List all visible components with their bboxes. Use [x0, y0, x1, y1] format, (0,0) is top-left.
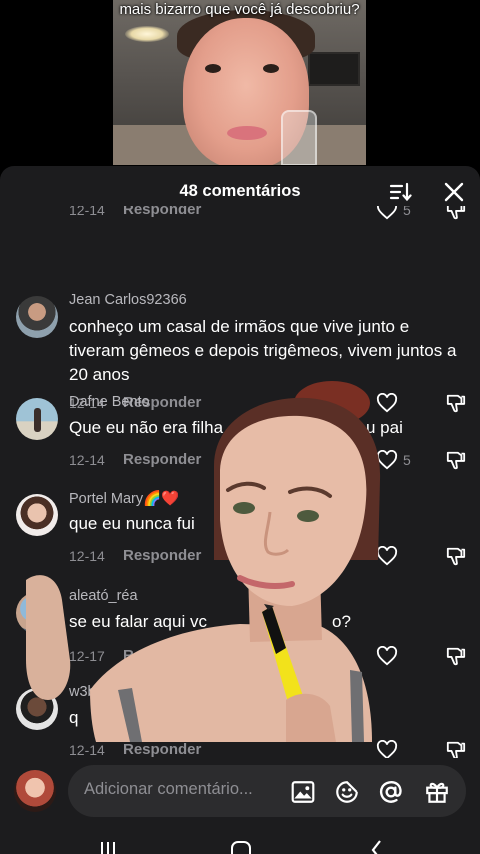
comment-list[interactable]: 12-14 Responder 5 Jean Carlos92366 conhe…	[0, 206, 480, 758]
comment-item[interactable]: w3b_b q 12-14 Responder	[0, 684, 480, 758]
comment-text: q	[69, 708, 79, 727]
heart-icon[interactable]	[376, 546, 398, 566]
comment-item[interactable]: aleató_réa se eu falar aqui vc o? 12-17 …	[0, 588, 480, 668]
my-avatar[interactable]	[14, 770, 56, 812]
comment-username[interactable]: w3b_b	[69, 684, 112, 700]
avatar[interactable]	[16, 494, 58, 536]
comment-username[interactable]: Portel Mary🌈❤️	[69, 490, 179, 507]
person-mouth	[227, 126, 267, 140]
reply-button[interactable]: Responder	[123, 206, 201, 218]
reply-button[interactable]: Responder	[123, 741, 201, 758]
comment-meta: 12-14 Responder	[69, 740, 480, 758]
avatar[interactable]	[16, 296, 58, 338]
thumbs-down-icon[interactable]	[445, 206, 467, 220]
back-icon[interactable]	[368, 840, 384, 854]
avatar[interactable]	[16, 688, 58, 730]
kitchen-shelf	[308, 52, 360, 86]
avatar[interactable]	[16, 398, 58, 440]
like-count: 5	[403, 452, 411, 468]
home-icon[interactable]	[230, 840, 252, 854]
comment-text: se eu falar aqui vc	[69, 612, 207, 631]
comment-input[interactable]: Adicionar comentário...	[68, 765, 466, 817]
reply-button[interactable]: Responder	[123, 451, 201, 468]
comment-item[interactable]: Dafne Bento Que eu não era filha u pai 1…	[0, 394, 480, 474]
avatar[interactable]	[16, 592, 58, 634]
person-eye-right	[263, 64, 279, 73]
comment-input-placeholder: Adicionar comentário...	[84, 780, 253, 798]
video-player[interactable]: mais bizarro que você já descobriu?	[0, 0, 480, 170]
video-caption: mais bizarro que você já descobriu?	[119, 1, 360, 18]
recent-apps-icon[interactable]	[98, 840, 118, 854]
comment-meta: 12-14 Responder	[69, 546, 480, 566]
ceiling-lamp	[125, 26, 169, 42]
close-icon	[444, 182, 464, 202]
comment-username[interactable]: Dafne Bento	[69, 394, 150, 410]
at-icon[interactable]	[378, 779, 404, 805]
image-icon[interactable]	[290, 779, 316, 805]
comment-username[interactable]: Jean Carlos92366	[69, 292, 187, 308]
glass-bottle	[281, 110, 317, 165]
emoji-icon[interactable]	[334, 779, 360, 805]
video-frame	[113, 0, 366, 165]
comment-date: 12-14	[69, 206, 105, 218]
comment-meta: 12-14 Responder 5	[69, 206, 480, 220]
comment-meta: 12-14 Responder 5	[69, 450, 480, 470]
like-count: 5	[403, 206, 411, 218]
comment-text-tail: o?	[332, 612, 351, 631]
comment-text: que eu nunca fui	[69, 514, 195, 533]
comment-text: conheço um casal de irmãos que vive junt…	[69, 317, 457, 384]
reply-button[interactable]: Responder	[123, 547, 201, 564]
comment-item[interactable]: Jean Carlos92366 conheço um casal de irm…	[0, 250, 480, 413]
close-button[interactable]	[442, 180, 466, 204]
comment-date: 12-14	[69, 452, 105, 468]
comment-meta: 12-17 Responder	[69, 646, 480, 666]
partial-comment-row: 12-14 Responder 5	[0, 206, 480, 222]
heart-icon[interactable]	[376, 450, 398, 470]
comment-text-tail: u pai	[366, 418, 403, 437]
comment-input-bar: Adicionar comentário...	[0, 758, 480, 824]
person-eye-left	[205, 64, 221, 73]
thumbs-down-icon[interactable]	[445, 546, 467, 566]
heart-icon[interactable]	[376, 206, 398, 220]
thumbs-down-icon[interactable]	[445, 740, 467, 758]
comment-item[interactable]: Portel Mary🌈❤️ que eu nunca fui 12-14 Re…	[0, 490, 480, 570]
heart-icon[interactable]	[376, 740, 398, 758]
system-nav-bar	[0, 824, 480, 854]
comment-date: 12-14	[69, 548, 105, 564]
comment-date: 12-17	[69, 648, 105, 664]
heart-icon[interactable]	[376, 646, 398, 666]
comment-username[interactable]: aleató_réa	[69, 588, 138, 604]
reply-button[interactable]: Responder	[123, 647, 201, 664]
sort-icon	[389, 182, 412, 202]
comments-sheet: 48 comentários 12-14 Responder 5 Jean Ca…	[0, 166, 480, 854]
comment-date: 12-14	[69, 742, 105, 758]
thumbs-down-icon[interactable]	[445, 646, 467, 666]
thumbs-down-icon[interactable]	[445, 450, 467, 470]
sort-button[interactable]	[388, 180, 412, 204]
gift-icon[interactable]	[424, 779, 450, 805]
